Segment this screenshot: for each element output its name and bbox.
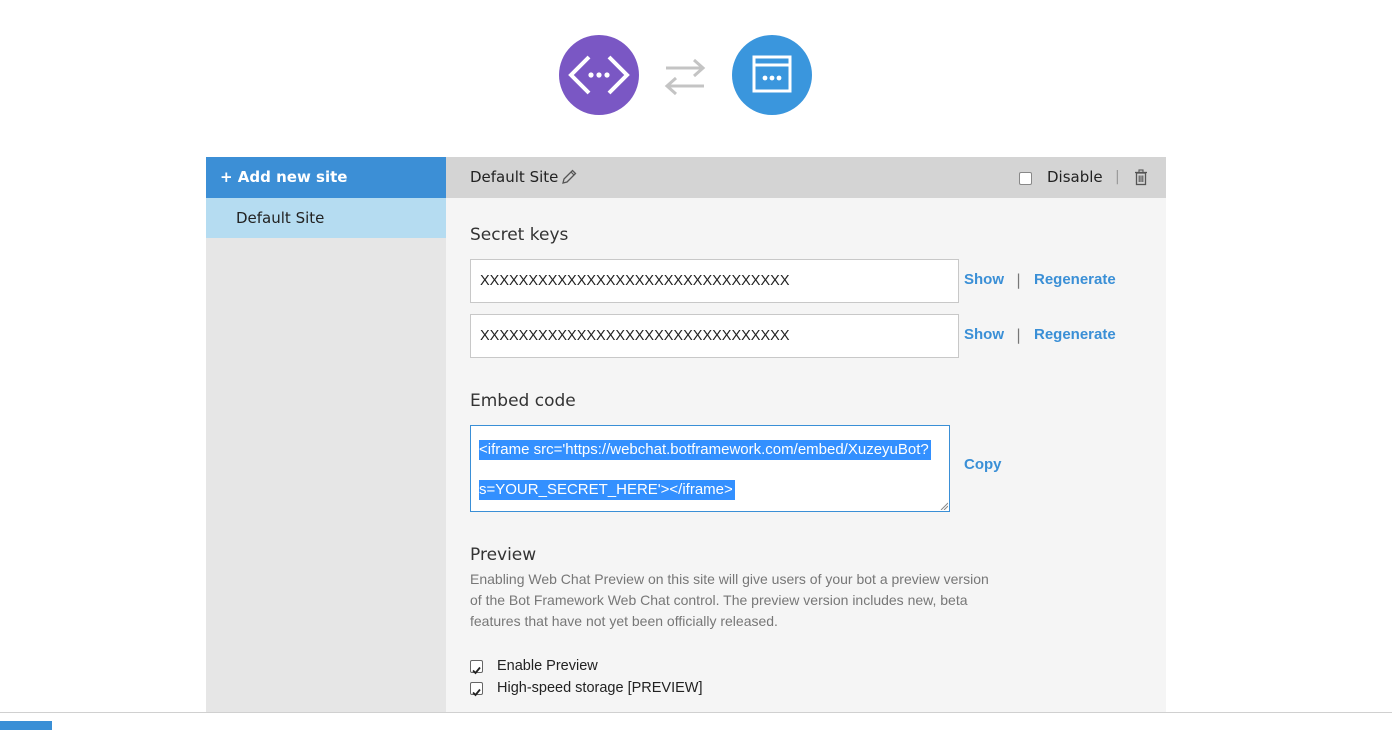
header-separator: | xyxy=(1115,169,1120,185)
secret-keys-title: Secret keys xyxy=(470,225,569,245)
show-key-1-link[interactable]: Show xyxy=(964,271,1004,288)
preview-title: Preview xyxy=(470,545,537,565)
secret-key-field-1[interactable]: XXXXXXXXXXXXXXXXXXXXXXXXXXXXXXXX xyxy=(470,259,959,303)
sites-sidebar: + Add new site Default Site xyxy=(206,157,446,713)
site-header-bar: Default Site Disable | xyxy=(446,157,1166,198)
sidebar-item-default-site[interactable]: Default Site xyxy=(206,198,446,238)
show-key-2-link[interactable]: Show xyxy=(964,326,1004,343)
bottom-divider xyxy=(0,712,1392,713)
embed-code-line-1: <iframe src='https://webchat.botframewor… xyxy=(479,440,931,460)
embed-code-title: Embed code xyxy=(470,391,576,411)
disable-label: Disable xyxy=(1047,168,1103,186)
embed-code-line-2: s=YOUR_SECRET_HERE'></iframe> xyxy=(479,480,735,500)
enable-preview-checkbox[interactable] xyxy=(470,660,483,675)
browser-window-icon xyxy=(732,35,812,115)
embed-code-textarea[interactable]: <iframe src='https://webchat.botframewor… xyxy=(470,425,950,512)
resize-handle-icon[interactable] xyxy=(940,502,948,510)
bot-code-icon xyxy=(559,35,639,115)
key-2-separator: | xyxy=(1016,326,1022,344)
key-1-separator: | xyxy=(1016,271,1022,289)
regenerate-key-2-link[interactable]: Regenerate xyxy=(1034,326,1116,343)
checkmark-icon xyxy=(472,666,481,675)
enable-preview-label: Enable Preview xyxy=(497,658,598,674)
bottom-action-button[interactable] xyxy=(0,721,52,730)
secret-key-field-2[interactable]: XXXXXXXXXXXXXXXXXXXXXXXXXXXXXXXX xyxy=(470,314,959,358)
disable-checkbox[interactable] xyxy=(1019,172,1032,185)
edit-pencil-icon[interactable] xyxy=(561,169,577,185)
add-new-site-button[interactable]: + Add new site xyxy=(206,157,446,198)
site-name: Default Site xyxy=(470,168,559,186)
high-speed-storage-checkbox[interactable] xyxy=(470,682,483,697)
swap-arrows-icon xyxy=(663,57,707,97)
copy-embed-link[interactable]: Copy xyxy=(964,456,1002,473)
trash-icon[interactable] xyxy=(1133,169,1149,186)
regenerate-key-1-link[interactable]: Regenerate xyxy=(1034,271,1116,288)
preview-description: Enabling Web Chat Preview on this site w… xyxy=(470,571,989,629)
site-config-panel: Default Site Disable | Secret keys XXXXX… xyxy=(446,157,1166,713)
high-speed-storage-label: High-speed storage [PREVIEW] xyxy=(497,680,703,696)
checkmark-icon xyxy=(472,688,481,697)
